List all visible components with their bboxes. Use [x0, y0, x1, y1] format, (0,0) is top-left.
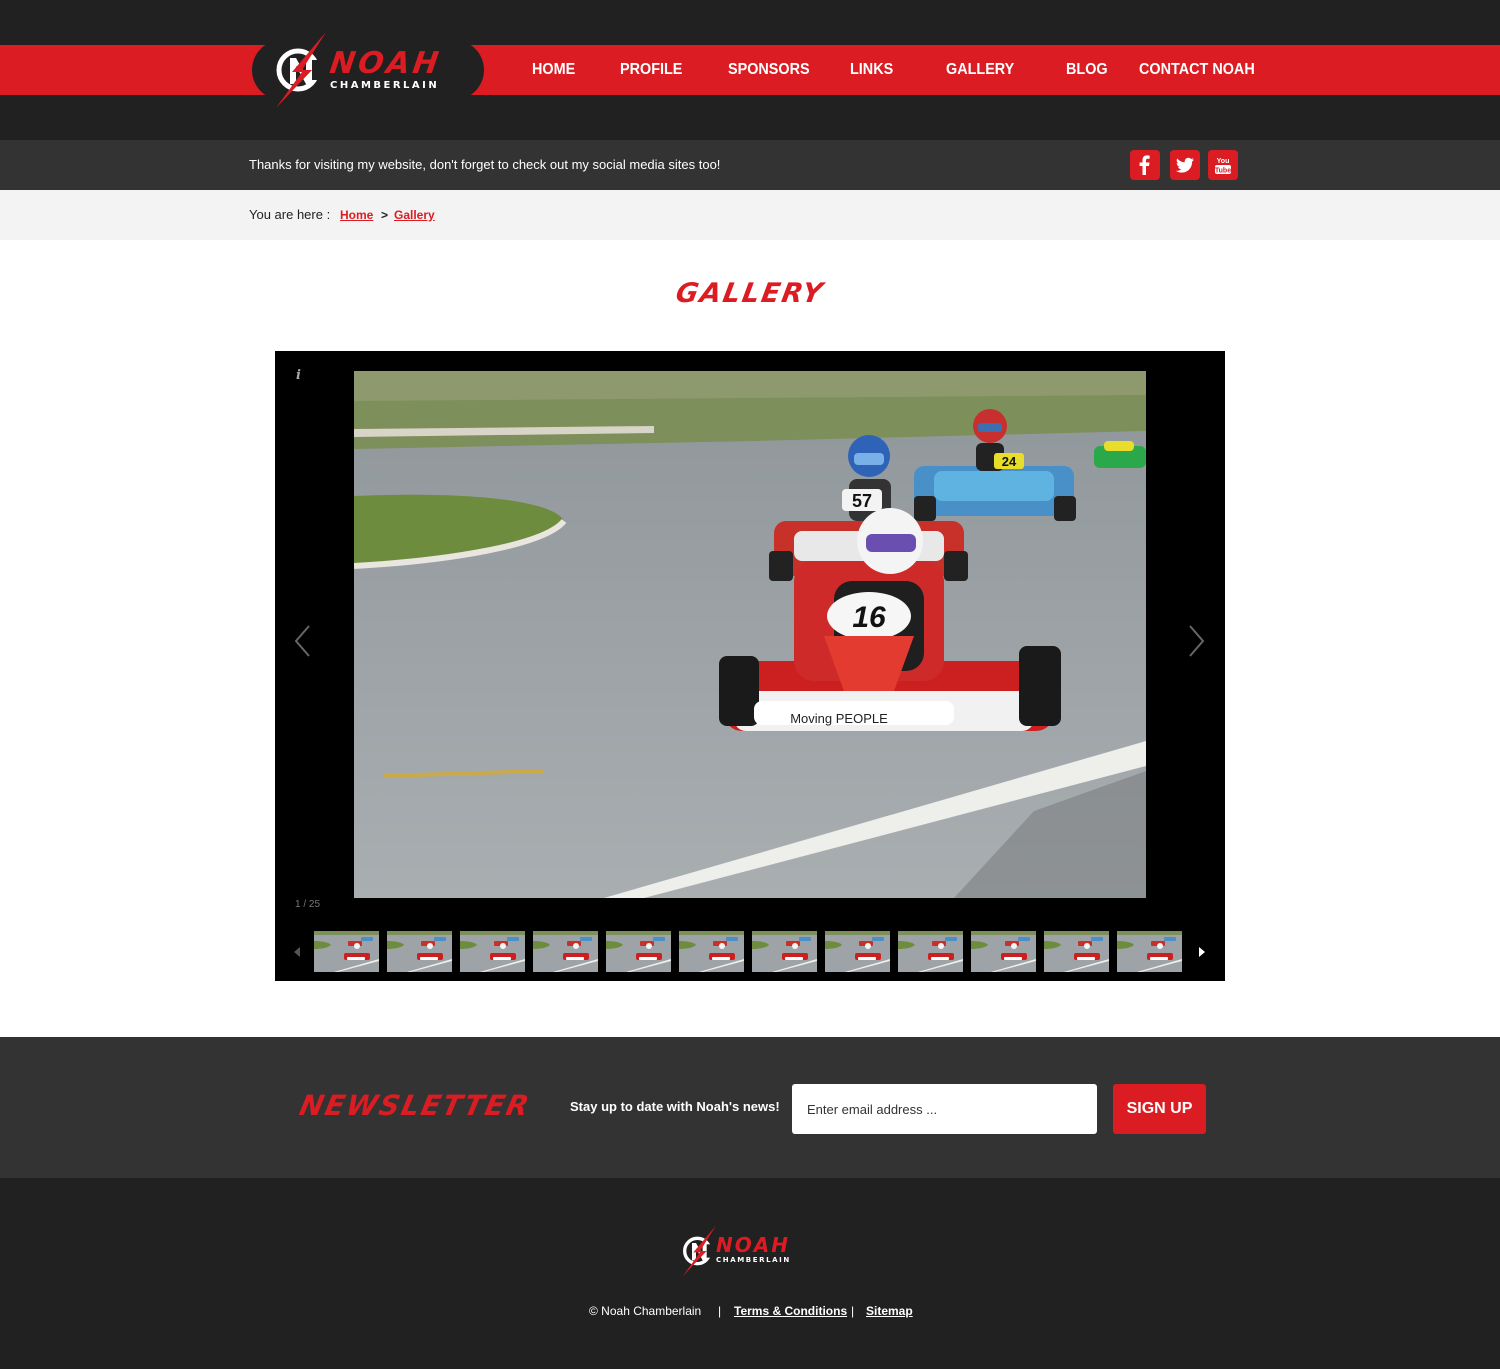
next-arrow-icon[interactable]: [1186, 624, 1206, 658]
facebook-icon: [1139, 155, 1150, 175]
thumbnail-image: [460, 931, 525, 972]
welcome-message: Thanks for visiting my website, don't fo…: [249, 157, 721, 172]
nav-profile[interactable]: PROFILE: [620, 45, 682, 95]
thumbnail-image: [606, 931, 671, 972]
footer-divider: |: [718, 1304, 722, 1318]
thumbnail-image: [314, 931, 379, 972]
newsletter-title: NEWSLETTER: [296, 1089, 534, 1122]
kart-number-57: 57: [852, 491, 872, 511]
thumbnail-strip: [314, 931, 1184, 972]
breadcrumb-label: You are here :: [249, 207, 331, 222]
thumbnail-image: [1117, 931, 1182, 972]
nav-contact[interactable]: CONTACT NOAH: [1139, 45, 1255, 95]
footer-divider: |: [851, 1304, 855, 1318]
newsletter-text: Stay up to date with Noah's news!: [570, 1099, 780, 1114]
gallery-thumbnail[interactable]: [898, 931, 963, 972]
gallery-thumbnail[interactable]: [825, 931, 890, 972]
footer-logo[interactable]: NOAH CHAMBERLAIN: [680, 1225, 820, 1277]
svg-text:You: You: [1217, 158, 1230, 165]
logo-emblem-icon: [276, 32, 326, 108]
gallery-thumbnail[interactable]: [971, 931, 1036, 972]
thumbnail-image: [898, 931, 963, 972]
kart-number-24: 24: [1002, 454, 1017, 469]
facebook-button[interactable]: [1130, 150, 1160, 180]
twitter-button[interactable]: [1170, 150, 1200, 180]
thumbnail-image: [679, 931, 744, 972]
gallery-thumbnail[interactable]: [679, 931, 744, 972]
thumbnail-image: [752, 931, 817, 972]
logo-name: NOAH: [327, 46, 444, 81]
breadcrumb-home-link[interactable]: Home: [340, 190, 373, 240]
svg-text:Tube: Tube: [1215, 168, 1231, 175]
thumbnail-image: [387, 931, 452, 972]
breadcrumb-separator: >: [381, 208, 389, 222]
info-icon[interactable]: i: [296, 368, 301, 383]
youtube-button[interactable]: You Tube: [1208, 150, 1238, 180]
logo-subtitle: CHAMBERLAIN: [330, 80, 440, 91]
nav-links[interactable]: LINKS: [850, 45, 893, 95]
sign-up-button[interactable]: SIGN UP: [1113, 1084, 1206, 1134]
gallery-thumbnail[interactable]: [460, 931, 525, 972]
sitemap-link[interactable]: Sitemap: [866, 1304, 913, 1318]
gallery-thumbnail[interactable]: [314, 931, 379, 972]
gallery-main-photo[interactable]: 24 57 16 Moving PEOPLE: [354, 371, 1146, 898]
twitter-icon: [1176, 157, 1194, 173]
kart-number-16: 16: [852, 601, 886, 634]
nav-gallery[interactable]: GALLERY: [946, 45, 1014, 95]
nav-sponsors[interactable]: SPONSORS: [728, 45, 810, 95]
gallery-thumbnail[interactable]: [387, 931, 452, 972]
kart-sponsor-label: Moving PEOPLE: [790, 711, 888, 726]
photo-gallery: i 24 57 16 Moving PEOPLE 1 / 25: [275, 351, 1225, 981]
thumbnail-image: [533, 931, 598, 972]
thumbs-prev-icon[interactable]: [294, 947, 300, 957]
previous-arrow-icon[interactable]: [293, 624, 313, 658]
breadcrumb: You are here : Home > Gallery: [0, 190, 1500, 240]
gallery-thumbnail[interactable]: [752, 931, 817, 972]
copyright-text: © Noah Chamberlain: [589, 1304, 702, 1318]
nav-blog[interactable]: BLOG: [1066, 45, 1108, 95]
slide-counter: 1 / 25: [295, 899, 321, 910]
karting-photo-image: 24 57 16 Moving PEOPLE: [354, 371, 1146, 898]
thumbs-next-icon[interactable]: [1199, 947, 1205, 957]
gallery-thumbnail[interactable]: [533, 931, 598, 972]
terms-link[interactable]: Terms & Conditions: [734, 1304, 847, 1318]
nav-home[interactable]: HOME: [532, 45, 575, 95]
footer-logo-subtitle: CHAMBERLAIN: [716, 1256, 791, 1264]
gallery-thumbnail[interactable]: [1117, 931, 1182, 972]
thumbnail-image: [971, 931, 1036, 972]
gallery-thumbnail[interactable]: [1044, 931, 1109, 972]
breadcrumb-current[interactable]: Gallery: [394, 190, 435, 240]
newsletter-section: NEWSLETTER Stay up to date with Noah's n…: [0, 1037, 1500, 1178]
info-bar: Thanks for visiting my website, don't fo…: [0, 140, 1500, 190]
site-logo[interactable]: NOAH CHAMBERLAIN: [272, 32, 472, 108]
thumbnail-image: [825, 931, 890, 972]
footer-logo-emblem-icon: [682, 1225, 716, 1277]
thumbnail-image: [1044, 931, 1109, 972]
footer-logo-name: NOAH: [716, 1233, 790, 1257]
page-title: GALLERY: [673, 278, 827, 309]
gallery-thumbnail[interactable]: [606, 931, 671, 972]
youtube-icon: You Tube: [1215, 158, 1231, 175]
email-input[interactable]: [792, 1084, 1097, 1134]
main-nav: HOME PROFILE SPONSORS LINKS GALLERY BLOG…: [500, 45, 1260, 95]
